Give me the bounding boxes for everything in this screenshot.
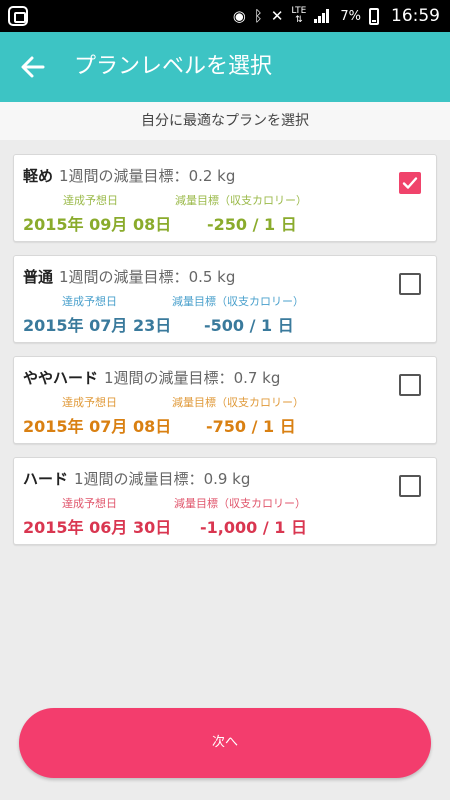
next-button[interactable]: 次へ: [19, 708, 431, 778]
plan-card-light[interactable]: 軽め 1週間の減量目標：0.2 kg 達成予想日 減量目標（収支カロリー） 201…: [13, 154, 437, 242]
plan-name: ややハード: [23, 369, 99, 387]
back-arrow-icon[interactable]: [18, 52, 48, 82]
weekly-goal-value: 0.9 kg: [203, 470, 251, 488]
date-label: 達成予想日: [62, 295, 117, 308]
status-bar: ◉ ᛒ ✕ LTE ⇅ 7% 16:59: [0, 0, 450, 32]
battery-percent: 7%: [340, 8, 361, 24]
plan-checkbox[interactable]: [399, 172, 421, 194]
date-label: 達成予想日: [63, 194, 118, 207]
plan-checkbox[interactable]: [399, 475, 421, 497]
calorie-target: -500 / 1 日: [204, 316, 294, 335]
date-label: 達成予想日: [62, 396, 117, 409]
plan-card-somewhat-hard[interactable]: ややハード 1週間の減量目標：0.7 kg 達成予想日 減量目標（収支カロリー） …: [13, 356, 437, 444]
weekly-goal-value: 0.2 kg: [188, 167, 236, 185]
plan-card-hard[interactable]: ハード 1週間の減量目標：0.9 kg 達成予想日 減量目標（収支カロリー） 20…: [13, 457, 437, 545]
plan-name: 軽め: [23, 167, 54, 185]
clock: 16:59: [391, 6, 440, 26]
calorie-label: 減量目標（収支カロリー）: [175, 194, 307, 207]
app-notification-icon: [8, 6, 28, 26]
battery-icon: [369, 7, 379, 25]
lte-icon: LTE ⇅: [291, 6, 307, 25]
plan-name: 普通: [23, 268, 54, 286]
target-date: 2015年 09月 08日: [23, 215, 172, 234]
plan-card-normal[interactable]: 普通 1週間の減量目標：0.5 kg 達成予想日 減量目標（収支カロリー） 201…: [13, 255, 437, 343]
eye-icon: ◉: [232, 6, 246, 25]
page-title: プランレベルを選択: [74, 54, 273, 79]
calorie-target: -750 / 1 日: [206, 417, 296, 436]
subheader-text: 自分に最適なプランを選択: [0, 102, 450, 140]
calorie-label: 減量目標（収支カロリー）: [172, 396, 304, 409]
target-date: 2015年 07月 23日: [23, 316, 172, 335]
calorie-target: -250 / 1 日: [207, 215, 297, 234]
weekly-goal-label: 1週間の減量目標：: [74, 470, 204, 488]
plan-name: ハード: [23, 470, 69, 488]
app-bar: プランレベルを選択: [0, 32, 450, 102]
weekly-goal-value: 0.7 kg: [233, 369, 281, 387]
weekly-goal-label: 1週間の減量目標：: [59, 167, 189, 185]
weekly-goal-value: 0.5 kg: [188, 268, 236, 286]
signal-icon: [314, 9, 332, 23]
mute-icon: ✕: [270, 6, 284, 25]
plan-checkbox[interactable]: [399, 374, 421, 396]
calorie-target: -1,000 / 1 日: [200, 518, 307, 537]
calorie-label: 減量目標（収支カロリー）: [174, 497, 306, 510]
plan-checkbox[interactable]: [399, 273, 421, 295]
calorie-label: 減量目標（収支カロリー）: [172, 295, 304, 308]
target-date: 2015年 06月 30日: [23, 518, 172, 537]
weekly-goal-label: 1週間の減量目標：: [104, 369, 234, 387]
checkmark-icon: [402, 177, 418, 189]
bluetooth-icon: ᛒ: [253, 6, 263, 25]
target-date: 2015年 07月 08日: [23, 417, 172, 436]
weekly-goal-label: 1週間の減量目標：: [59, 268, 189, 286]
date-label: 達成予想日: [62, 497, 117, 510]
plan-list: 軽め 1週間の減量目標：0.2 kg 達成予想日 減量目標（収支カロリー） 201…: [13, 154, 437, 558]
